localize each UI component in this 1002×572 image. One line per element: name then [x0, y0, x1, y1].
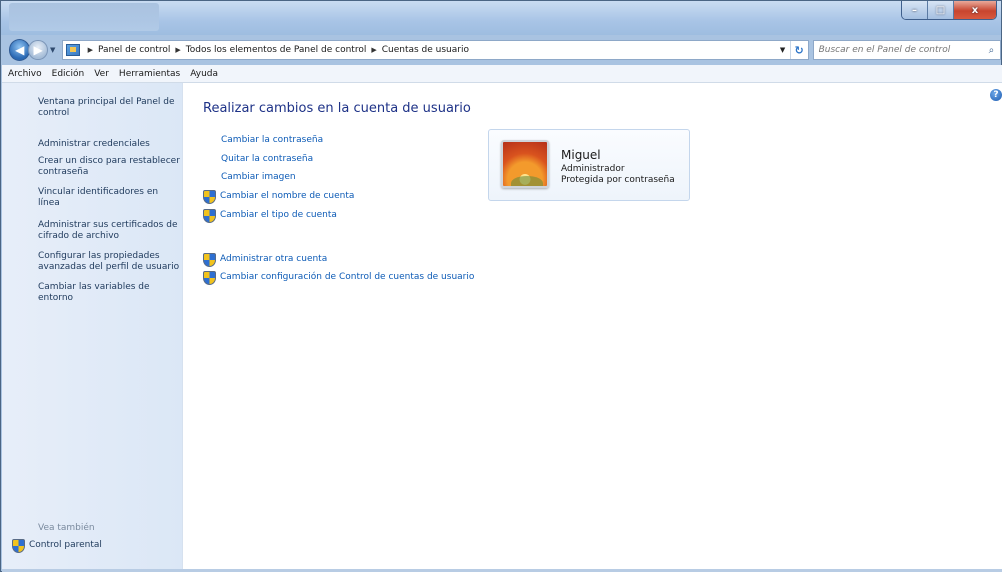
search-box[interactable]: ⌕ [812, 40, 1001, 60]
breadcrumb-separator-icon[interactable]: ▶ [371, 46, 376, 54]
address-history-dropdown[interactable]: ▼ [776, 46, 790, 54]
title-bar[interactable]: – □ x [1, 1, 1001, 35]
breadcrumb-separator-icon[interactable]: ▶ [175, 46, 180, 54]
uac-settings-link[interactable]: Cambiar configuración de Control de cuen… [203, 271, 475, 285]
change-account-type-label: Cambiar el tipo de cuenta [220, 210, 337, 220]
search-input[interactable] [818, 45, 989, 55]
maximize-icon: □ [935, 4, 946, 16]
user-account-card: Miguel Administrador Protegida por contr… [488, 129, 690, 201]
caption-buttons: – □ x [901, 1, 997, 20]
sidebar-link-advanced-profile[interactable]: Configurar las propiedades avanzadas del… [38, 251, 180, 273]
search-icon[interactable]: ⌕ [989, 45, 995, 56]
uac-shield-icon [203, 271, 216, 285]
title-glass [9, 3, 159, 31]
minimize-button[interactable]: – [902, 1, 928, 19]
refresh-icon: ↻ [794, 43, 804, 57]
page-title: Realizar cambios en la cuenta de usuario [203, 101, 471, 116]
control-panel-icon [65, 44, 80, 56]
menu-archivo[interactable]: Archivo [8, 69, 42, 79]
minimize-icon: – [912, 4, 917, 16]
address-bar[interactable]: ▶ Panel de control ▶ Todos los elementos… [61, 40, 809, 60]
uac-shield-icon [203, 190, 216, 204]
sidebar-link-file-encryption-certs[interactable]: Administrar sus certificados de cifrado … [38, 220, 180, 242]
content-area: Ventana principal del Panel de control A… [2, 83, 1002, 570]
change-account-name-label: Cambiar el nombre de cuenta [220, 191, 355, 201]
breadcrumb-separator-icon[interactable]: ▶ [88, 46, 93, 54]
forward-button[interactable]: ▶ [28, 40, 48, 60]
sidebar-link-reset-disk[interactable]: Crear un disco para restablecer contrase… [38, 156, 180, 178]
menu-bar: Archivo Edición Ver Herramientas Ayuda [2, 65, 1002, 83]
parental-control-label: Control parental [29, 540, 102, 550]
sidebar-link-parental-control[interactable]: Control parental [12, 539, 102, 553]
close-button[interactable]: x [954, 1, 996, 19]
breadcrumb-all-items[interactable]: Todos los elementos de Panel de control [186, 45, 367, 55]
user-avatar[interactable] [501, 140, 549, 188]
manage-another-account-link[interactable]: Administrar otra cuenta [203, 253, 328, 267]
task-pane: Ventana principal del Panel de control A… [2, 83, 183, 570]
menu-edicion[interactable]: Edición [52, 69, 85, 79]
uac-shield-icon [203, 253, 216, 267]
sidebar-link-online-ids[interactable]: Vincular identificadores en línea [38, 187, 180, 209]
menu-ver[interactable]: Ver [94, 69, 109, 79]
user-name: Miguel [561, 148, 601, 162]
change-picture-link[interactable]: Cambiar imagen [221, 172, 296, 182]
recent-pages-dropdown[interactable]: ▼ [48, 46, 58, 54]
uac-shield-icon [203, 209, 216, 223]
window: – □ x ◀ ▶ ▼ ▶ Panel de control ▶ Todos l… [0, 0, 1002, 572]
help-icon[interactable]: ? [990, 89, 1002, 101]
navigation-row: ◀ ▶ ▼ ▶ Panel de control ▶ Todos los ele… [9, 39, 1001, 61]
breadcrumb-user-accounts[interactable]: Cuentas de usuario [382, 45, 469, 55]
forward-arrow-icon: ▶ [33, 43, 43, 57]
change-account-name-link[interactable]: Cambiar el nombre de cuenta [203, 190, 355, 204]
chevron-down-icon: ▼ [779, 46, 786, 54]
breadcrumb-panel-de-control[interactable]: Panel de control [98, 45, 170, 55]
back-arrow-icon: ◀ [15, 43, 25, 57]
menu-herramientas[interactable]: Herramientas [119, 69, 180, 79]
breadcrumb: ▶ Panel de control ▶ Todos los elementos… [83, 45, 469, 55]
change-account-type-link[interactable]: Cambiar el tipo de cuenta [203, 209, 337, 223]
user-role: Administrador [561, 164, 625, 174]
close-icon: x [971, 4, 979, 16]
uac-settings-label: Cambiar configuración de Control de cuen… [220, 272, 475, 282]
sidebar-link-control-panel-home[interactable]: Ventana principal del Panel de control [38, 97, 180, 119]
manage-another-account-label: Administrar otra cuenta [220, 254, 328, 264]
user-protection-status: Protegida por contraseña [561, 175, 675, 185]
maximize-button[interactable]: □ [928, 1, 954, 19]
see-also-heading: Vea también [38, 523, 95, 533]
chevron-down-icon: ▼ [50, 46, 56, 54]
remove-password-link[interactable]: Quitar la contraseña [221, 154, 313, 164]
uac-shield-icon [12, 539, 25, 553]
change-password-link[interactable]: Cambiar la contraseña [221, 135, 323, 145]
sidebar-link-manage-credentials[interactable]: Administrar credenciales [38, 139, 180, 150]
menu-ayuda[interactable]: Ayuda [190, 69, 218, 79]
back-button[interactable]: ◀ [9, 39, 31, 61]
refresh-button[interactable]: ↻ [789, 41, 808, 59]
sidebar-link-environment-variables[interactable]: Cambiar las variables de entorno [38, 282, 180, 304]
